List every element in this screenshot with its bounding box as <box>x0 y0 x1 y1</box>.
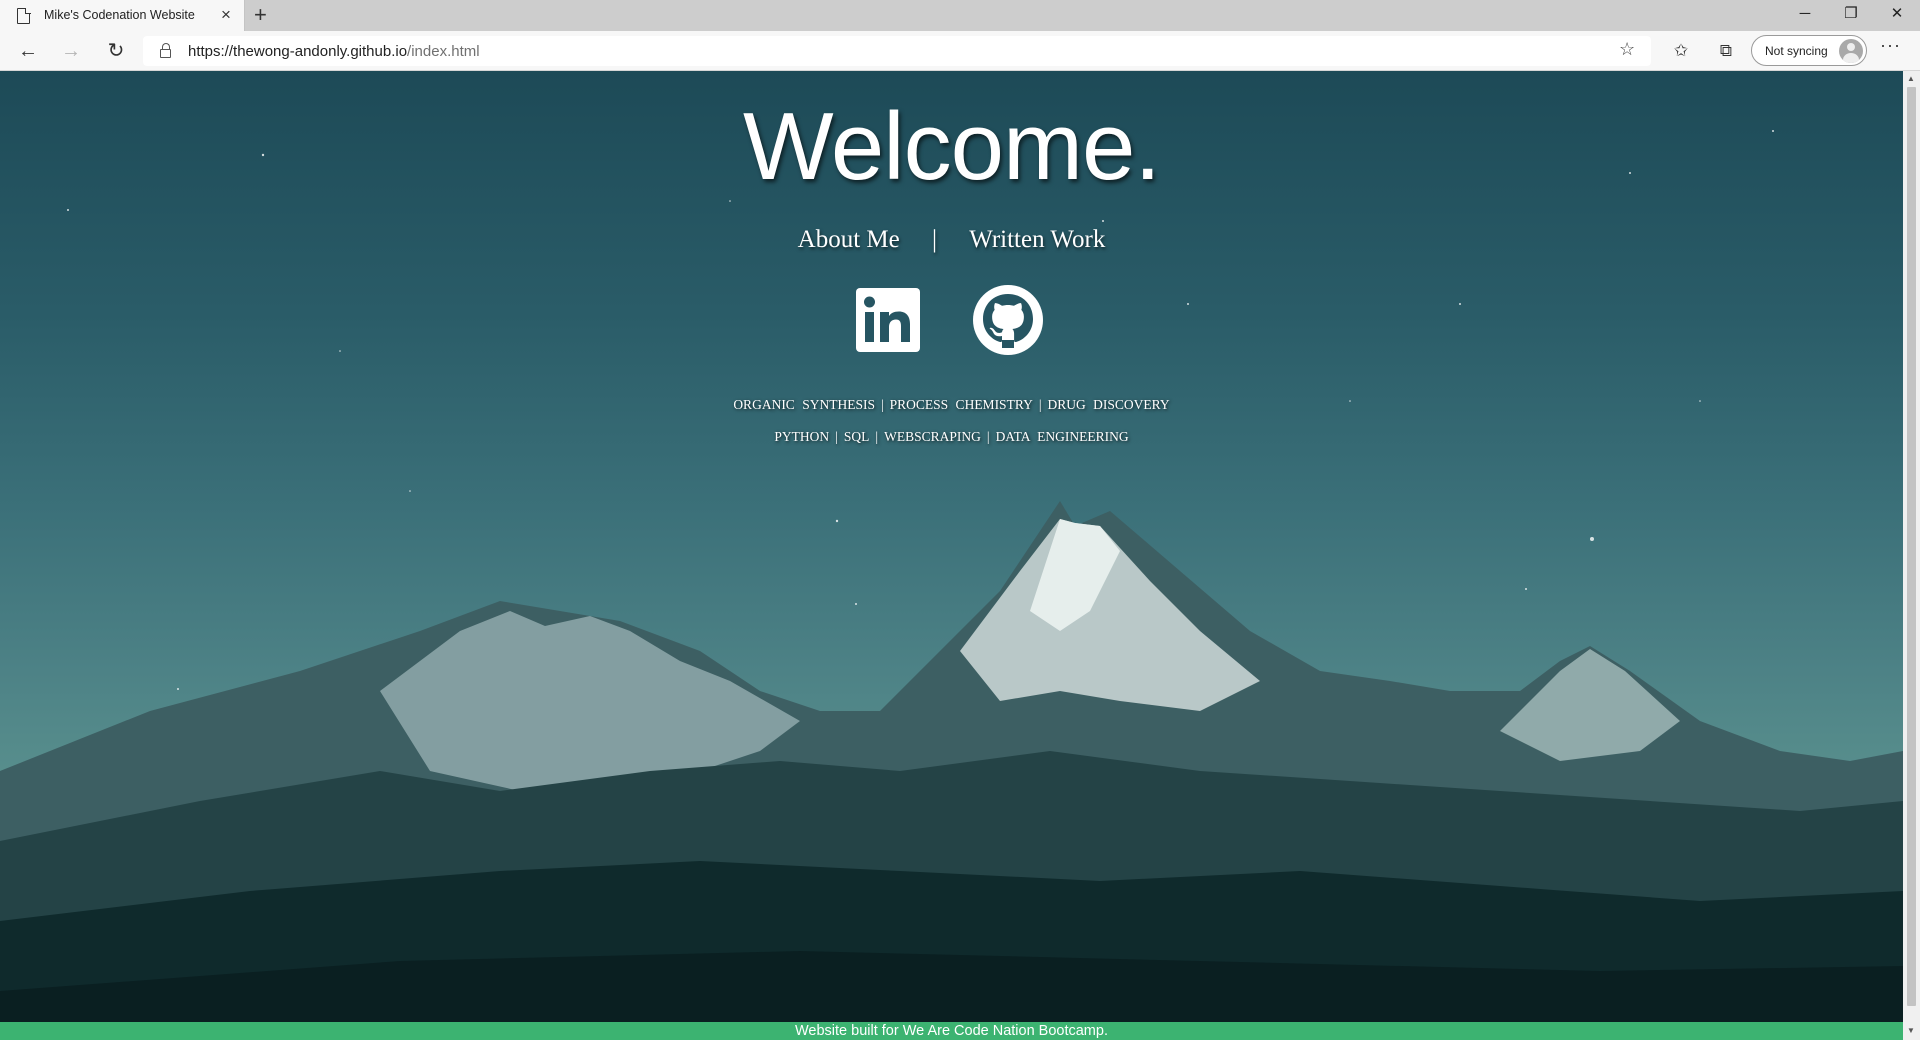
tag-drug-discovery: DRUG DISCOVERY <box>1047 397 1170 412</box>
address-bar[interactable]: https://thewong-andonly.github.io/index.… <box>143 36 1651 66</box>
page-footer: Website built for We Are Code Nation Boo… <box>0 1022 1903 1040</box>
tag-organic-synthesis: ORGANIC SYNTHESIS <box>733 397 875 412</box>
nav-separator: | <box>931 226 937 253</box>
url-text[interactable]: https://thewong-andonly.github.io/index.… <box>188 43 480 60</box>
scroll-up-arrow-icon[interactable]: ▲ <box>1907 74 1915 83</box>
reload-button[interactable]: ↻ <box>101 37 131 65</box>
new-tab-button[interactable]: + <box>254 2 267 28</box>
favorites-icon[interactable]: ✩ <box>1668 38 1694 64</box>
skills-row-data: PYTHON | SQL | WEBSCRAPING | DATA ENGINEERING <box>774 429 1129 444</box>
page-viewport: Welcome. About Me | Written Work ORGANIC… <box>0 71 1903 1040</box>
github-icon[interactable] <box>972 284 1044 356</box>
page-title: Welcome. <box>742 93 1161 200</box>
lock-icon[interactable] <box>160 43 171 58</box>
scroll-down-arrow-icon[interactable]: ▼ <box>1907 1026 1915 1035</box>
page-icon <box>17 7 31 24</box>
tag-data-engineering: DATA ENGINEERING <box>995 429 1129 444</box>
about-me-link[interactable]: About Me <box>798 226 900 254</box>
tag-sql: SQL <box>843 429 870 444</box>
avatar-icon <box>1839 39 1863 63</box>
collections-icon[interactable]: ⧉ <box>1713 38 1739 64</box>
tag-process-chemistry: PROCESS CHEMISTRY <box>889 397 1033 412</box>
tab-close-icon[interactable]: × <box>221 5 231 25</box>
main-nav: About Me | Written Work <box>0 226 1903 254</box>
linkedin-icon[interactable] <box>852 284 924 356</box>
close-window-button[interactable]: ✕ <box>1874 0 1920 31</box>
tag-webscraping: WEBSCRAPING <box>884 429 981 444</box>
restore-button[interactable]: ❐ <box>1828 0 1874 31</box>
tag-python: PYTHON <box>774 429 830 444</box>
browser-tab[interactable]: Mike's Codenation Website × <box>0 0 245 31</box>
scrollbar-thumb[interactable] <box>1907 87 1916 1006</box>
browser-toolbar: ← → ↻ https://thewong-andonly.github.io/… <box>0 31 1920 71</box>
mountain-background <box>0 130 1903 1040</box>
vertical-scrollbar[interactable]: ▲ ▼ <box>1903 71 1920 1040</box>
tab-title: Mike's Codenation Website <box>44 8 195 22</box>
skills-row-chemistry: ORGANIC SYNTHESIS | PROCESS CHEMISTRY | DRUG… <box>733 397 1170 412</box>
profile-sync-button[interactable]: Not syncing <box>1751 35 1867 66</box>
forward-button[interactable]: → <box>56 37 86 65</box>
sync-label: Not syncing <box>1765 44 1828 58</box>
more-menu-icon[interactable]: ··· <box>1880 35 1901 56</box>
minimize-button[interactable]: ─ <box>1782 0 1828 31</box>
tab-strip: Mike's Codenation Website × + ─ ❐ ✕ <box>0 0 1920 31</box>
favorite-star-icon[interactable]: ☆ <box>1619 39 1635 60</box>
written-work-link[interactable]: Written Work <box>969 226 1105 254</box>
back-button[interactable]: ← <box>13 37 43 65</box>
